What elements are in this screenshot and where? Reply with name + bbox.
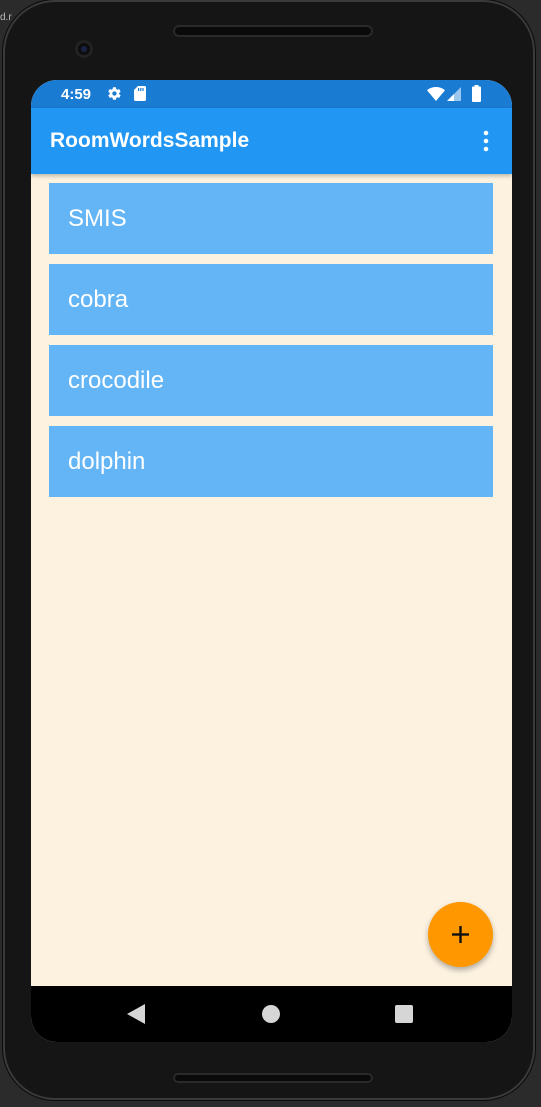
word-text: dolphin <box>68 448 146 475</box>
device-screen: 4:59 RoomWordsSample SMIS cobra crocodil… <box>31 80 512 1042</box>
bottom-speaker <box>173 1073 373 1083</box>
wifi-icon <box>427 87 445 101</box>
phone-frame: 4:59 RoomWordsSample SMIS cobra crocodil… <box>3 0 535 1100</box>
add-word-fab[interactable] <box>428 902 493 967</box>
word-text: crocodile <box>68 367 165 394</box>
signal-icon <box>447 87 461 101</box>
earpiece-speaker <box>173 25 373 37</box>
plus-icon <box>452 926 469 943</box>
overflow-menu-icon[interactable] <box>475 130 497 152</box>
ide-editor-text: d.r <box>0 12 12 23</box>
front-camera <box>75 40 93 58</box>
list-item[interactable]: SMIS <box>49 183 493 254</box>
status-time: 4:59 <box>61 86 92 103</box>
home-icon[interactable] <box>261 1004 281 1024</box>
app-title: RoomWordsSample <box>50 129 250 152</box>
word-text: SMIS <box>68 205 127 232</box>
word-text: cobra <box>68 286 129 313</box>
status-bar: 4:59 <box>31 80 512 108</box>
battery-icon <box>472 85 481 102</box>
list-item[interactable]: cobra <box>49 264 493 335</box>
app-bar: RoomWordsSample <box>31 108 512 174</box>
sd-card-icon <box>134 86 146 101</box>
gear-icon <box>108 87 121 100</box>
recents-icon[interactable] <box>395 1005 413 1023</box>
word-list: SMIS cobra crocodile dolphin <box>49 183 493 507</box>
back-icon[interactable] <box>127 1004 145 1024</box>
list-item[interactable]: crocodile <box>49 345 493 416</box>
list-item[interactable]: dolphin <box>49 426 493 497</box>
navigation-bar <box>31 986 512 1042</box>
